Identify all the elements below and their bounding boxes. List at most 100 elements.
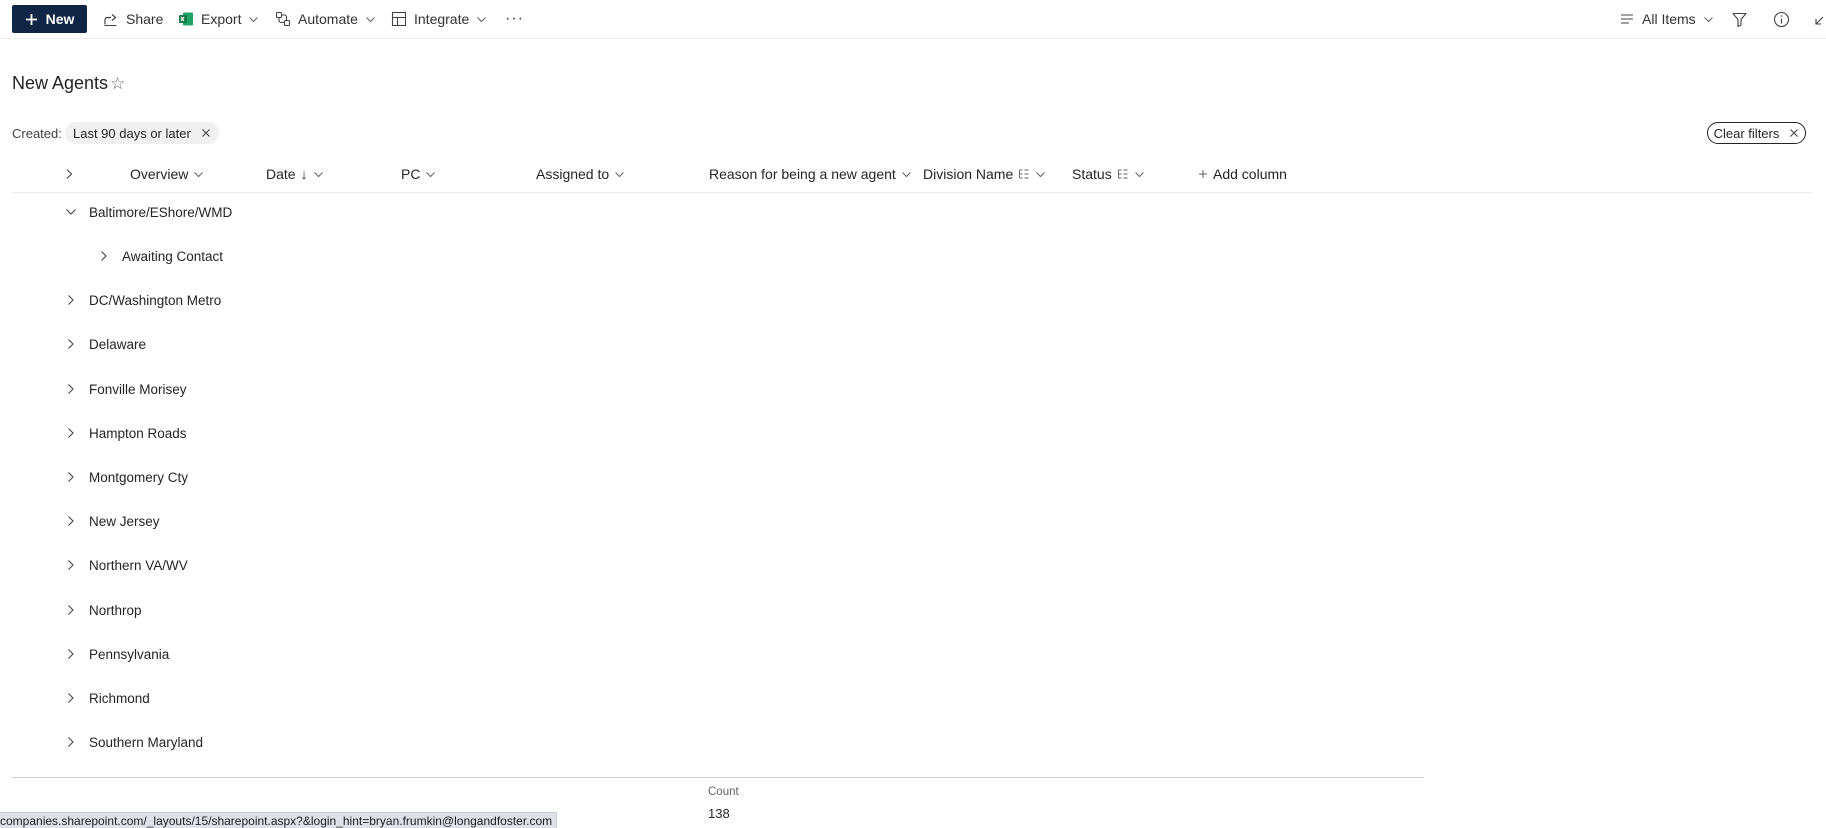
group-label: Northern VA/WV [89, 557, 188, 573]
view-selector[interactable]: All Items [1619, 6, 1714, 32]
group-label: Fonville Morisey [89, 381, 187, 397]
view-label: All Items [1642, 11, 1696, 27]
new-button[interactable]: New [12, 5, 87, 33]
excel-icon [179, 12, 193, 26]
automate-label: Automate [298, 11, 358, 27]
clear-filters-button[interactable]: Clear filters [1707, 122, 1806, 144]
chevron-right-icon[interactable] [56, 683, 86, 713]
plus-icon [1199, 170, 1207, 178]
chevron-down-icon [313, 171, 323, 177]
add-column-label: Add column [1213, 166, 1287, 182]
integrate-button[interactable]: Integrate [391, 6, 487, 32]
collapse-button[interactable] [1813, 6, 1825, 32]
plus-icon [25, 13, 37, 25]
column-label: Status [1072, 166, 1112, 182]
column-header-assigned-to[interactable]: Assigned to [536, 156, 625, 192]
chevron-down-icon [366, 16, 375, 22]
chevron-right-icon[interactable] [56, 550, 86, 580]
chevron-right-icon[interactable] [56, 727, 86, 757]
filter-button[interactable] [1731, 6, 1748, 32]
column-header-overview[interactable]: Overview [130, 156, 204, 192]
share-label: Share [126, 11, 164, 27]
chevron-right-icon[interactable] [56, 418, 86, 448]
chevron-right-icon [66, 169, 73, 179]
group-header[interactable]: Fonville Morisey [56, 374, 187, 404]
chevron-down-icon [477, 16, 487, 22]
info-icon [1773, 11, 1790, 27]
expand-all-toggle[interactable] [64, 156, 74, 192]
group-header[interactable]: Northern VA/WV [56, 550, 188, 580]
command-bar: New Share Export Automate Integrate ··· … [0, 0, 1826, 39]
column-header-status[interactable]: Status [1072, 156, 1145, 192]
more-icon: ··· [505, 10, 524, 27]
new-button-label: New [45, 11, 75, 27]
chevron-down-icon [1036, 171, 1046, 177]
chevron-right-icon[interactable] [56, 595, 86, 625]
group-label: Hampton Roads [89, 425, 187, 441]
created-filter-pill[interactable]: Last 90 days or later [65, 122, 219, 144]
count-value: 138 [708, 806, 730, 821]
automate-icon [275, 11, 291, 27]
count-label: Count [708, 786, 739, 798]
chevron-down-icon [249, 16, 259, 22]
group-label: Richmond [89, 690, 150, 706]
export-label: Export [201, 11, 242, 27]
group-header[interactable]: Southern Maryland [56, 727, 203, 757]
page-title: New Agents [12, 73, 109, 93]
group-header[interactable]: DC/Washington Metro [56, 285, 221, 315]
column-label: Reason for being a new agent [709, 166, 896, 182]
chevron-right-icon[interactable] [56, 329, 86, 359]
group-header[interactable]: New Jersey [56, 506, 160, 536]
info-button[interactable] [1773, 6, 1790, 32]
group-label: Pennsylvania [89, 646, 170, 662]
group-label: Montgomery Cty [89, 469, 189, 485]
favorite-star-icon[interactable]: ☆ [110, 74, 125, 94]
grouped-by-icon [1117, 169, 1128, 179]
group-header[interactable]: Pennsylvania [56, 639, 169, 669]
column-header-row: Overview Date ↓ PC Assigned to Reason fo… [12, 156, 1812, 193]
chevron-down-icon [615, 171, 625, 177]
group-header[interactable]: Baltimore/EShore/WMD [56, 197, 232, 227]
share-button[interactable]: Share [103, 6, 163, 32]
automate-button[interactable]: Automate [275, 6, 376, 32]
chevron-right-icon[interactable] [56, 639, 86, 669]
chevron-down-icon [194, 171, 204, 177]
chevron-right-icon[interactable] [56, 462, 86, 492]
group-header[interactable]: Richmond [56, 683, 150, 713]
group-header[interactable]: Hampton Roads [56, 418, 187, 448]
chevron-right-icon[interactable] [56, 285, 86, 315]
column-label: Overview [130, 166, 189, 182]
chevron-right-icon[interactable] [89, 241, 119, 271]
column-label: Assigned to [536, 166, 610, 182]
column-header-date[interactable]: Date ↓ [266, 156, 324, 192]
group-header[interactable]: Delaware [56, 329, 146, 359]
browser-status-url: companies.sharepoint.com/_layouts/15/sha… [0, 812, 557, 828]
chevron-down-icon[interactable] [56, 197, 86, 227]
column-header-pc[interactable]: PC [401, 156, 436, 192]
close-icon [1790, 129, 1799, 137]
footer-divider [12, 777, 1424, 778]
chevron-down-icon [1134, 171, 1144, 177]
column-label: PC [401, 166, 421, 182]
group-header[interactable]: Montgomery Cty [56, 462, 188, 492]
export-button[interactable]: Export [178, 6, 259, 32]
column-label: Division Name [923, 166, 1014, 182]
close-icon[interactable] [201, 128, 211, 138]
column-header-division-name[interactable]: Division Name [923, 156, 1046, 192]
clear-filters-label: Clear filters [1713, 125, 1780, 141]
group-header[interactable]: Northrop [56, 595, 142, 625]
column-label: Date [266, 166, 296, 182]
subgroup-header[interactable]: Awaiting Contact [89, 241, 223, 271]
chevron-right-icon[interactable] [56, 506, 86, 536]
group-label: Northrop [89, 602, 142, 618]
more-options-button[interactable]: ··· [505, 6, 524, 32]
group-label: New Jersey [89, 513, 160, 529]
filter-pill-label: Last 90 days or later [73, 125, 191, 141]
group-label: Southern Maryland [89, 734, 204, 750]
share-icon [104, 14, 117, 26]
add-column-button[interactable]: Add column [1198, 156, 1287, 192]
column-header-reason[interactable]: Reason for being a new agent [709, 156, 912, 192]
integrate-label: Integrate [414, 11, 470, 27]
chevron-down-icon [901, 171, 911, 177]
chevron-right-icon[interactable] [56, 374, 86, 404]
